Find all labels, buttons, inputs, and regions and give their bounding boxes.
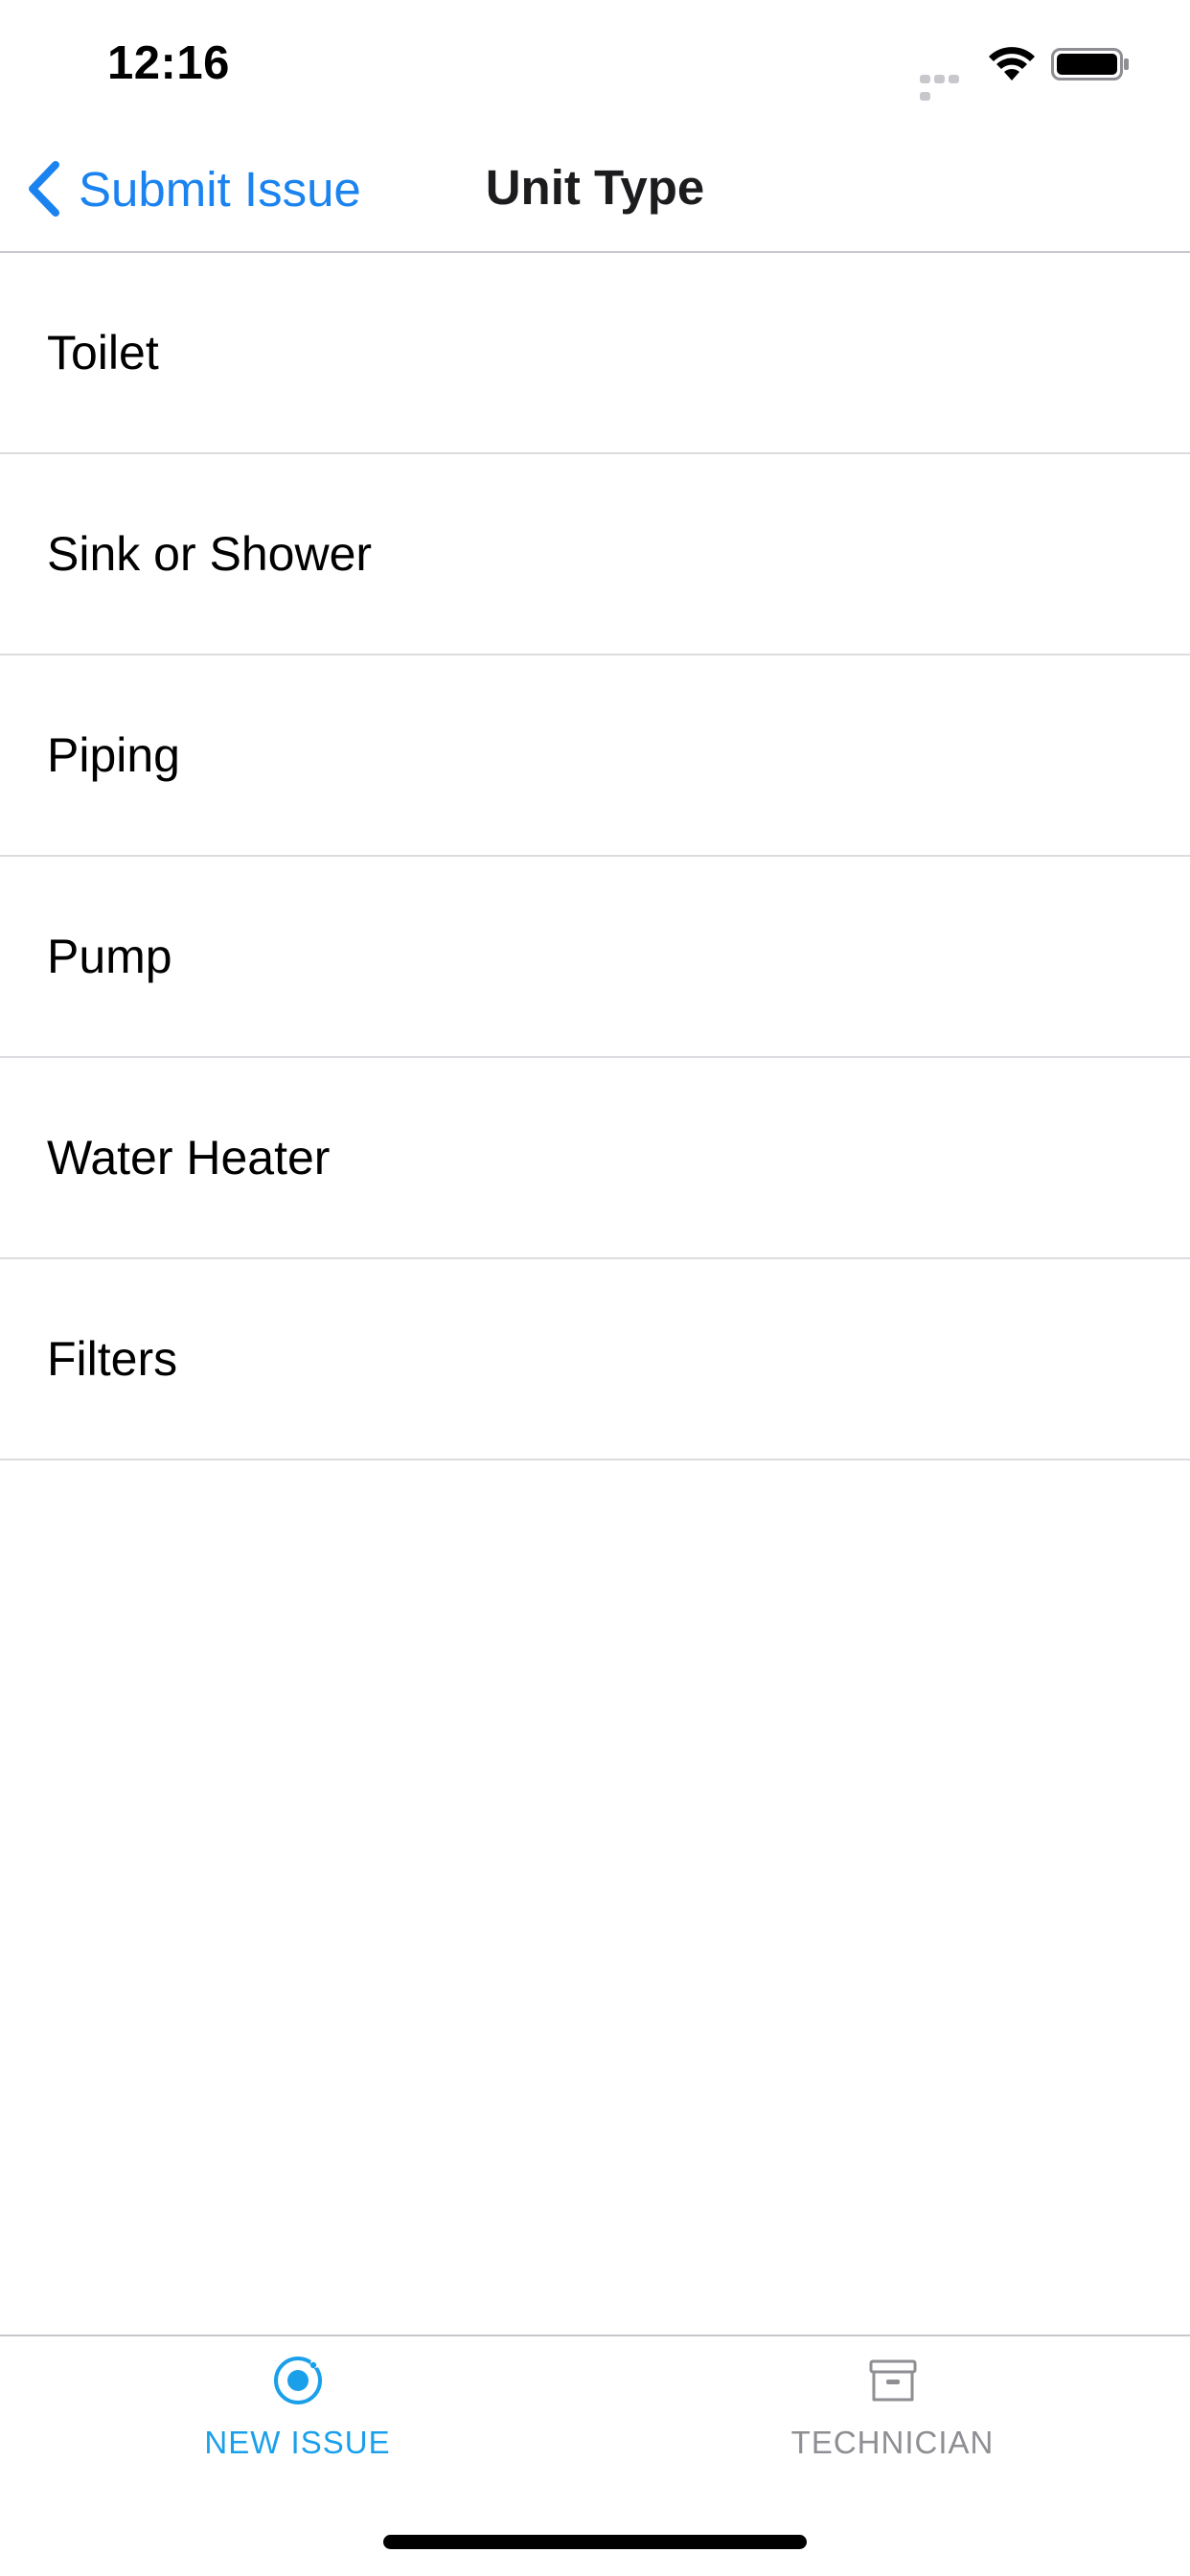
status-bar: 12:16 (0, 0, 1190, 126)
tab-label: NEW ISSUE (204, 2425, 391, 2460)
archive-icon (869, 2359, 916, 2402)
home-indicator[interactable] (383, 2535, 807, 2549)
navigation-bar: Unit Type Submit Issue (0, 126, 1190, 253)
list-item-label: Piping (47, 728, 180, 782)
list-item-label: Filters (47, 1332, 178, 1386)
back-button-label: Submit Issue (79, 161, 361, 217)
cellular-signal-icon (920, 71, 973, 101)
chevron-left-icon (29, 161, 59, 217)
wifi-icon (989, 47, 1035, 80)
status-time: 12:16 (107, 37, 230, 89)
list-item-filters[interactable]: Filters (0, 1259, 1190, 1460)
tab-label: TECHNICIAN (790, 2425, 995, 2460)
list-item-pump[interactable]: Pump (0, 857, 1190, 1058)
unit-type-list: Toilet Sink or Shower Piping Pump Water … (0, 253, 1190, 1460)
tab-new-issue[interactable]: NEW ISSUE (0, 2336, 595, 2490)
radio-button-on-icon (273, 2357, 322, 2404)
screen: 12:16 Unit Type Submit Issue Toilet Sink… (0, 0, 1190, 2576)
back-button[interactable]: Submit Issue (23, 155, 361, 222)
tab-technician[interactable]: TECHNICIAN (595, 2336, 1190, 2490)
list-item-label: Water Heater (47, 1131, 331, 1184)
list-item-toilet[interactable]: Toilet (0, 253, 1190, 454)
list-item-sink-or-shower[interactable]: Sink or Shower (0, 454, 1190, 656)
list-item-label: Toilet (47, 326, 159, 380)
list-item-water-heater[interactable]: Water Heater (0, 1058, 1190, 1259)
battery-icon (1051, 48, 1129, 80)
list-item-piping[interactable]: Piping (0, 656, 1190, 857)
list-item-label: Pump (47, 930, 172, 983)
list-item-label: Sink or Shower (47, 527, 373, 581)
